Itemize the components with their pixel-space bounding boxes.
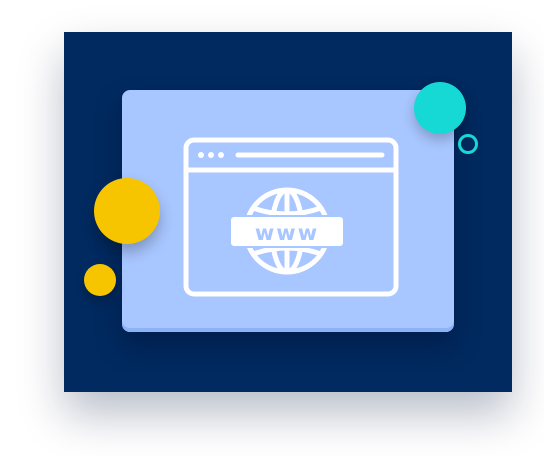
window-dot-1 (198, 152, 204, 158)
teal-circle (414, 82, 466, 134)
teal-ring (458, 134, 478, 154)
yellow-circle-small (84, 264, 116, 296)
window-dot-2 (208, 152, 214, 158)
www-badge: www (229, 215, 345, 248)
browser-globe-illustration: www (183, 137, 399, 297)
window-dot-3 (218, 152, 224, 158)
illustration-scene: www (0, 0, 544, 456)
yellow-circle-large (94, 178, 160, 244)
www-label: www (255, 221, 319, 245)
